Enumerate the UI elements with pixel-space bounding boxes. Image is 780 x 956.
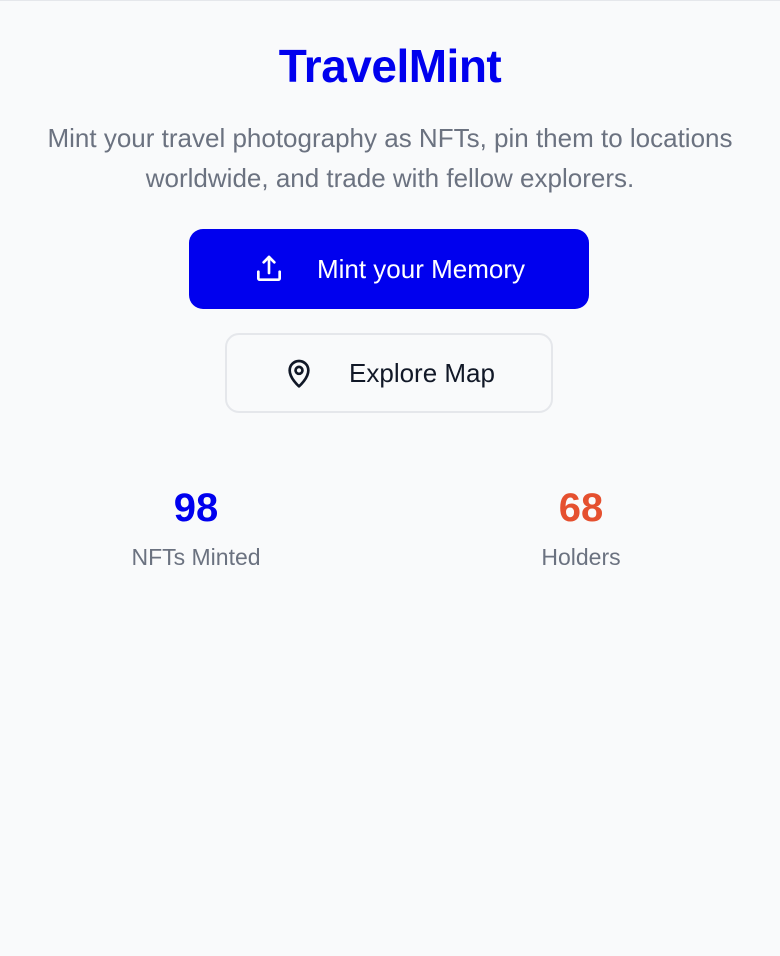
explore-map-label: Explore Map — [349, 357, 495, 388]
explore-map-button[interactable]: Explore Map — [225, 333, 553, 413]
stat-nfts-minted-value: 98 — [173, 486, 219, 530]
app-title: TravelMint — [278, 40, 502, 92]
stat-nfts-minted-label: NFTs Minted — [131, 544, 261, 570]
upload-icon — [253, 253, 285, 285]
stat-holders: 68 Holders — [431, 483, 731, 573]
app-subtitle: Mint your travel photography as NFTs, pi… — [47, 123, 733, 193]
mint-memory-button[interactable]: Mint your Memory — [189, 229, 589, 309]
mint-memory-label: Mint your Memory — [316, 253, 526, 284]
stat-nfts-minted: 98 NFTs Minted — [46, 483, 346, 573]
stat-holders-value: 68 — [558, 486, 604, 530]
map-pin-icon — [283, 357, 315, 389]
stat-holders-label: Holders — [541, 544, 621, 570]
